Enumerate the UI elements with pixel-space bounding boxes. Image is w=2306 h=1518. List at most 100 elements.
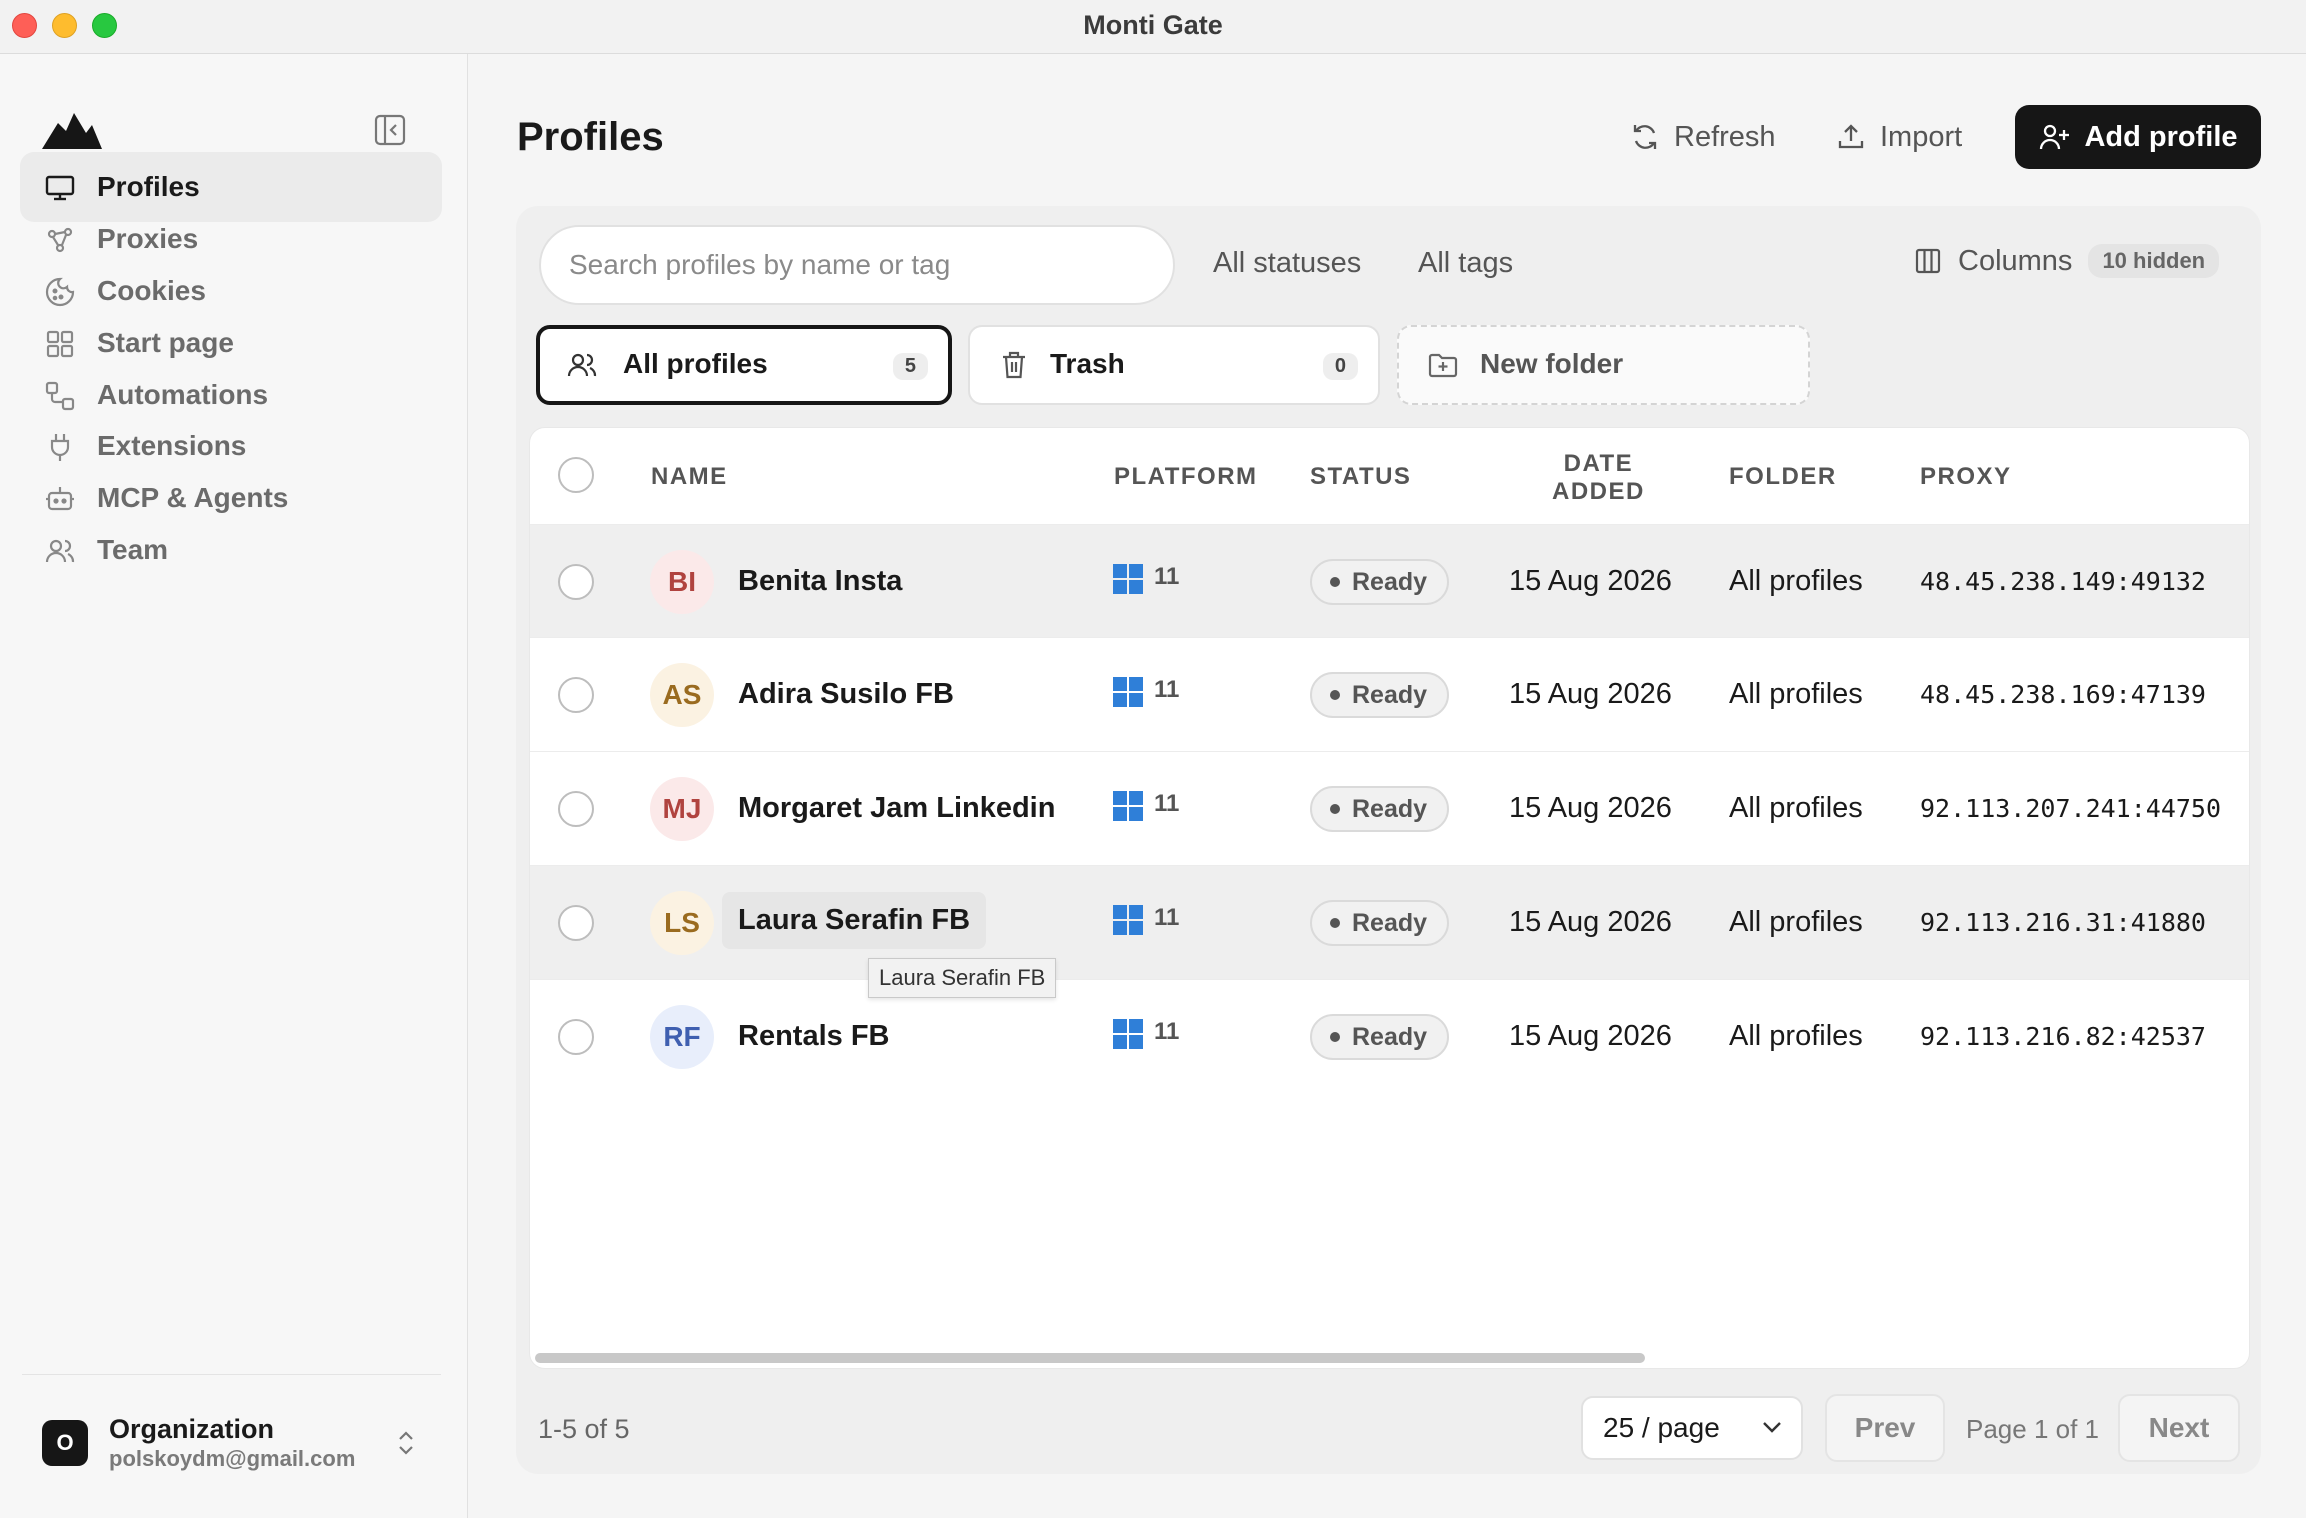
name-tooltip: Laura Serafin FB	[868, 958, 1057, 998]
avatar: AS	[650, 663, 714, 727]
sidebar-item-label: Profiles	[97, 171, 200, 202]
folder-tab-all-profiles[interactable]: All profiles 5	[536, 325, 952, 405]
platform-version: 11	[1154, 676, 1180, 703]
column-header-platform[interactable]: PLATFORM	[1114, 463, 1258, 491]
folder-tab-label: All profiles	[623, 348, 768, 379]
date-added: 15 Aug 2026	[1509, 1020, 1672, 1052]
avatar: MJ	[650, 777, 714, 841]
column-header-name[interactable]: NAME	[651, 463, 728, 491]
columns-icon	[1915, 248, 1941, 274]
search-input[interactable]: Search profiles by name or tag	[539, 225, 1175, 305]
sidebar-item-label: Team	[97, 534, 169, 565]
windows-icon	[1113, 1019, 1143, 1049]
title-bar: Monti Gate	[0, 0, 2306, 54]
sidebar-item-team[interactable]: Team	[20, 515, 442, 585]
app-logo-icon	[42, 113, 102, 149]
proxy-cell: 48.45.238.149:49132	[1920, 567, 2206, 596]
column-header-date-added[interactable]: DATE ADDED	[1552, 450, 1645, 506]
users-icon	[45, 539, 75, 563]
trash-icon	[1003, 351, 1025, 379]
sidebar-item-label: Cookies	[97, 275, 206, 306]
profile-name[interactable]: Adira Susilo FB	[738, 678, 954, 711]
chevron-down-icon	[1763, 1422, 1781, 1433]
table-row[interactable]: MJ Morgaret Jam Linkedin 11 Ready 15 Aug…	[530, 752, 2249, 866]
page-size-value: 25 / page	[1603, 1412, 1720, 1443]
collapse-sidebar-icon[interactable]	[372, 112, 408, 148]
date-added: 15 Aug 2026	[1509, 678, 1672, 710]
folder-cell: All profiles	[1729, 792, 1863, 824]
row-checkbox[interactable]	[558, 564, 594, 600]
platform-version: 11	[1154, 904, 1180, 931]
row-checkbox[interactable]	[558, 677, 594, 713]
profile-name[interactable]: Laura Serafin FB	[722, 892, 987, 949]
status-badge: Ready	[1310, 1014, 1450, 1060]
users-icon	[567, 353, 597, 377]
table-row[interactable]: RF Rentals FB 11 Ready 15 Aug 2026 All p…	[530, 980, 2249, 1094]
folder-tab-label: New folder	[1480, 348, 1624, 379]
column-header-folder[interactable]: FOLDER	[1729, 463, 1837, 491]
org-name[interactable]: Organization	[109, 1414, 274, 1445]
table-row[interactable]: LS Laura Serafin FB 11 Ready 15 Aug 2026…	[530, 866, 2249, 980]
proxy-cell: 48.45.238.169:47139	[1920, 680, 2206, 709]
windows-icon	[1113, 564, 1143, 594]
row-checkbox[interactable]	[558, 791, 594, 827]
next-page-button[interactable]: Next	[2118, 1394, 2240, 1462]
page-size-select[interactable]: 25 / page	[1581, 1396, 1803, 1460]
page-title: Profiles	[517, 115, 664, 159]
sidebar-item-label: Extensions	[97, 430, 247, 461]
import-label: Import	[1880, 120, 1963, 153]
table-row[interactable]: AS Adira Susilo FB 11 Ready 15 Aug 2026 …	[530, 638, 2249, 752]
profiles-table: NAME PLATFORM STATUS DATE ADDED FOLDER P…	[529, 427, 2250, 1369]
proxy-cell: 92.113.216.82:42537	[1920, 1022, 2206, 1051]
columns-button[interactable]: Columns 10 hidden	[1914, 244, 2220, 278]
new-folder-button[interactable]: New folder	[1397, 325, 1810, 405]
platform-version: 11	[1154, 563, 1180, 590]
folder-cell: All profiles	[1729, 906, 1863, 938]
profile-name[interactable]: Morgaret Jam Linkedin	[738, 792, 1055, 825]
tag-filter[interactable]: All tags	[1418, 247, 1513, 280]
status-badge: Ready	[1310, 672, 1450, 718]
bot-icon	[46, 487, 74, 511]
date-added: 15 Aug 2026	[1509, 792, 1672, 824]
folder-tab-trash[interactable]: Trash 0	[968, 325, 1380, 405]
add-profile-button[interactable]: Add profile	[2015, 105, 2261, 169]
folder-cell: All profiles	[1729, 1020, 1863, 1052]
sidebar-item-label: MCP & Agents	[97, 482, 289, 513]
org-avatar: O	[42, 1420, 88, 1466]
profile-name[interactable]: Rentals FB	[738, 1020, 889, 1053]
windows-icon	[1113, 791, 1143, 821]
status-badge: Ready	[1310, 559, 1450, 605]
org-email: polskoydm@gmail.com	[109, 1446, 356, 1471]
sidebar-item-label: Proxies	[97, 223, 199, 254]
sidebar-item-label: Start page	[97, 327, 234, 358]
folder-count-badge: 5	[892, 353, 928, 380]
sidebar-divider	[22, 1374, 441, 1375]
refresh-icon	[1633, 125, 1657, 149]
column-header-line: DATE	[1563, 450, 1634, 477]
folder-count-badge: 0	[1322, 353, 1358, 380]
avatar: RF	[650, 1005, 714, 1069]
profile-name[interactable]: Benita Insta	[738, 565, 902, 598]
folder-cell: All profiles	[1729, 565, 1863, 597]
horizontal-scrollbar[interactable]	[535, 1353, 1645, 1363]
status-filter[interactable]: All statuses	[1213, 247, 1361, 280]
date-added: 15 Aug 2026	[1509, 565, 1672, 597]
user-plus-icon	[2040, 124, 2070, 150]
platform-version: 11	[1154, 790, 1180, 817]
column-header-status[interactable]: STATUS	[1310, 463, 1411, 491]
windows-icon	[1113, 677, 1143, 707]
refresh-button[interactable]: Refresh	[1630, 105, 1776, 169]
chevron-up-down-icon[interactable]	[394, 1428, 418, 1458]
platform-version: 11	[1154, 1018, 1180, 1045]
refresh-label: Refresh	[1674, 120, 1776, 153]
import-button[interactable]: Import	[1836, 105, 1962, 169]
table-row[interactable]: BI Benita Insta 11 Ready 15 Aug 2026 All…	[530, 524, 2249, 638]
row-checkbox[interactable]	[558, 905, 594, 941]
column-header-proxy[interactable]: PROXY	[1920, 463, 2012, 491]
select-all-checkbox[interactable]	[558, 457, 594, 493]
avatar: LS	[650, 891, 714, 955]
row-checkbox[interactable]	[558, 1019, 594, 1055]
window-title: Monti Gate	[1083, 10, 1223, 40]
prev-page-button[interactable]: Prev	[1825, 1394, 1945, 1462]
add-profile-label: Add profile	[2084, 120, 2238, 153]
